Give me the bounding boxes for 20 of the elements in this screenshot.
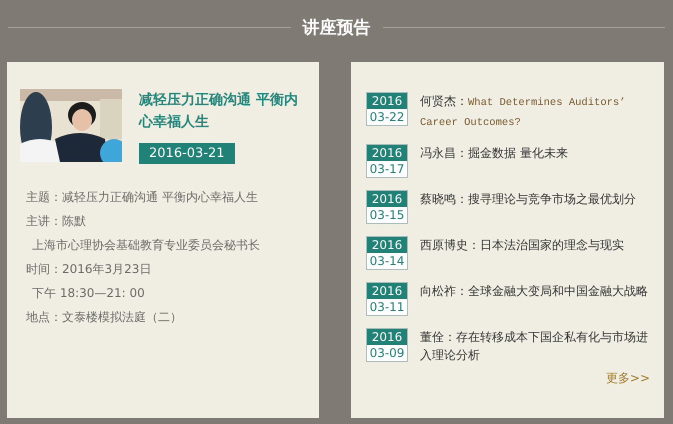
lecture-link[interactable]: 蔡晓鸣：搜寻理论与竞争市场之最优划分 (420, 190, 652, 224)
lecture-title[interactable]: 减轻压力正确沟通 平衡内心幸福人生 (139, 89, 307, 133)
detail-text: 时间：2016年3月23日 (25, 261, 152, 278)
date-badge: 2016 03-09 (366, 328, 408, 362)
detail-text: 下午 18:30—21: 00 (31, 285, 146, 302)
lecture-link[interactable]: 西原博史：日本法治国家的理念与现实 (420, 236, 652, 270)
date-badge: 2016 03-14 (366, 236, 408, 270)
section-title: 讲座预告 (302, 16, 370, 38)
lecture-link[interactable]: 冯永昌：掘金数据 量化未来 (420, 144, 652, 178)
detail-text: 地点：文泰楼模拟法庭（二） (25, 309, 183, 326)
date-badge: 2016 03-15 (366, 190, 408, 224)
detail-text: 主题：减轻压力正确沟通 平衡内心幸福人生 (25, 189, 259, 206)
date-badge: 2016 03-17 (366, 144, 408, 178)
date-tag: 2016-03-21 (139, 143, 235, 164)
date-badge: 2016 03-22 (366, 92, 408, 126)
detail-text: 上海市心理协会基础教育专业委员会秘书长 (31, 237, 261, 254)
lecture-link[interactable]: 向松祚：全球金融大变局和中国金融大战略 (420, 282, 652, 316)
detail-text: 主讲：陈默 (25, 213, 87, 230)
date-badge: 2016 03-11 (366, 282, 408, 316)
lecture-link[interactable]: 董佺：存在转移成本下国企私有化与市场进入理论分析 (420, 328, 652, 364)
